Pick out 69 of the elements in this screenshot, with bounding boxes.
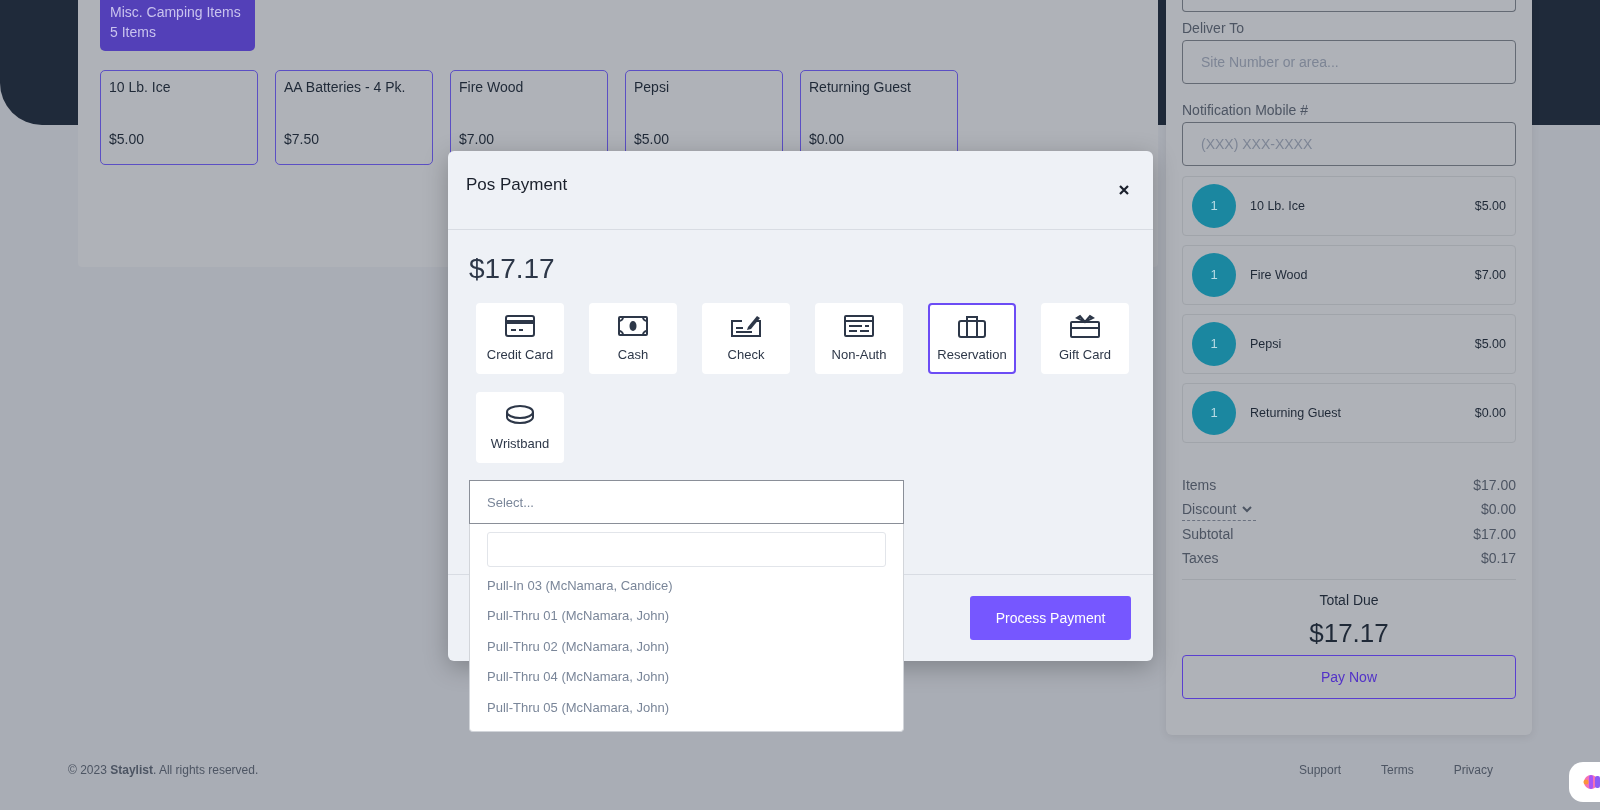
product-name: 10 Lb. Ice <box>109 78 172 97</box>
payment-method-tile[interactable]: Wristband <box>476 392 564 463</box>
select-field[interactable]: Select... <box>469 480 904 524</box>
total-amount: $17.17 <box>1308 617 1390 650</box>
chat-launcher-button[interactable] <box>1569 762 1600 802</box>
item-name: Fire Wood <box>1250 266 1309 284</box>
summary-label: Subtotal <box>1182 524 1234 544</box>
product-price: $7.50 <box>284 130 321 149</box>
dialog-title: Pos Payment <box>466 174 568 197</box>
summary-value: $0.00 <box>1480 500 1516 520</box>
footer-link[interactable]: Support <box>1298 761 1341 779</box>
product-tile[interactable]: AA Batteries - 4 Pk. $7.50 <box>275 70 433 165</box>
dropdown-option[interactable]: Pull-Thru 02 (McNamara, John) <box>487 631 886 662</box>
credit-card-icon <box>504 312 536 339</box>
payment-method-tile[interactable]: Cash <box>589 303 677 374</box>
close-icon <box>1119 185 1129 195</box>
input-field[interactable] <box>1182 0 1516 12</box>
product-name: Returning Guest <box>809 78 912 97</box>
footer-link[interactable]: Privacy <box>1453 761 1493 779</box>
summary-label: Taxes <box>1182 549 1219 569</box>
summary-value: $17.00 <box>1473 475 1516 495</box>
total-label: Total Due <box>1318 591 1380 610</box>
item-price: $0.00 <box>1474 404 1506 422</box>
item-price: $5.00 <box>1474 335 1506 353</box>
discount-toggle[interactable]: Discount <box>1182 498 1257 521</box>
item-name: Pepsi <box>1250 335 1283 353</box>
card-icon <box>843 312 875 339</box>
product-name: Fire Wood <box>459 78 525 97</box>
product-tile[interactable]: 10 Lb. Ice $5.00 <box>100 70 258 165</box>
pay-now-button[interactable]: Pay Now <box>1182 655 1516 699</box>
field-label: Deliver To <box>1182 19 1245 38</box>
product-price: $5.00 <box>634 130 671 149</box>
dropdown-option[interactable]: Pull-In 03 (McNamara, Candice) <box>487 570 886 601</box>
item-name: 10 Lb. Ice <box>1250 197 1306 215</box>
product-price: $5.00 <box>109 130 146 149</box>
quantity-badge: 1 <box>1192 253 1236 297</box>
dropdown-option[interactable]: Pull-Thru 05 (McNamara, John) <box>487 692 886 723</box>
copyright-text: © 2023 Staylist. All rights reserved. <box>68 762 259 779</box>
item-name: Returning Guest <box>1250 404 1343 422</box>
payment-method-tile[interactable]: Gift Card <box>1041 303 1129 374</box>
quantity-badge: 1 <box>1192 391 1236 435</box>
summary-value: $17.00 <box>1473 524 1516 544</box>
item-price: $5.00 <box>1474 197 1506 215</box>
quantity-badge: 1 <box>1192 322 1236 366</box>
item-count: 5 Items <box>110 23 157 42</box>
product-name: Pepsi <box>634 78 671 97</box>
summary-value: $0.17 <box>1480 549 1516 569</box>
item-price: $7.00 <box>1474 266 1506 284</box>
payment-method-tile[interactable]: Reservation <box>928 303 1016 374</box>
payment-method-tile[interactable]: Non-Auth <box>815 303 903 374</box>
payment-method-tile[interactable]: Check <box>702 303 790 374</box>
payment-amount: $17.17 <box>469 252 556 286</box>
process-payment-button[interactable]: Process Payment <box>970 596 1131 640</box>
quantity-badge: 1 <box>1192 184 1236 228</box>
product-name: AA Batteries - 4 Pk. <box>284 78 407 97</box>
product-price: $0.00 <box>809 130 846 149</box>
summary-label: Items <box>1182 475 1217 495</box>
category-tile[interactable]: Misc. Camping Items 5 Items <box>100 0 255 51</box>
product-price: $7.00 <box>459 130 496 149</box>
field-label: Notification Mobile # <box>1182 101 1310 120</box>
caret-icon <box>1242 505 1253 514</box>
close-button[interactable] <box>1117 183 1131 197</box>
gift-icon <box>1069 312 1101 339</box>
dropdown-option[interactable]: Pull-Thru 01 (McNamara, John) <box>487 600 886 631</box>
footer-link[interactable]: Terms <box>1381 761 1414 779</box>
dropdown-option[interactable]: Pull-Thru 04 (McNamara, John) <box>487 661 886 692</box>
category-name: Misc. Camping Items <box>110 3 242 22</box>
payment-method-tile[interactable]: Credit Card <box>476 303 564 374</box>
search-field[interactable] <box>487 532 886 567</box>
